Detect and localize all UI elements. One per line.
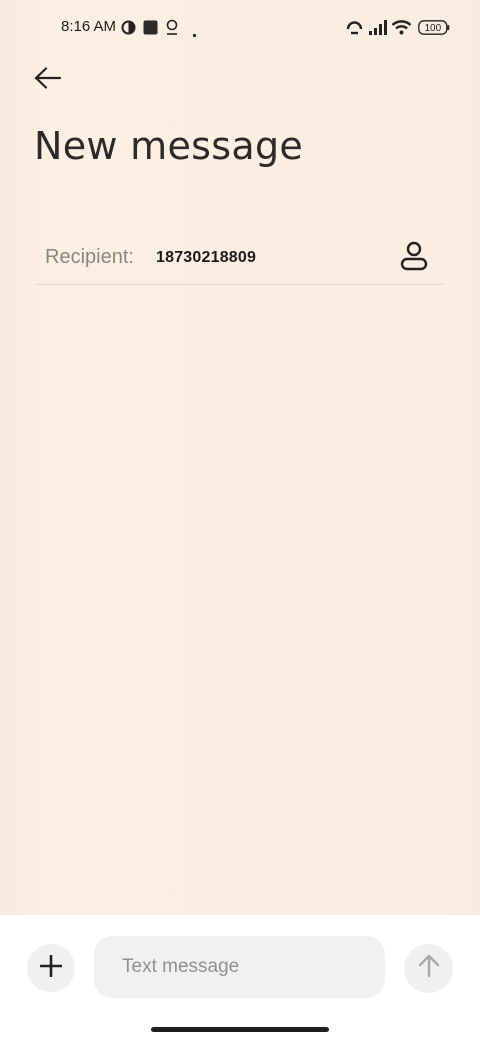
- send-button[interactable]: [404, 944, 453, 993]
- square-app-icon: [143, 20, 158, 40]
- recipient-field[interactable]: Recipient: 18730218809: [36, 230, 444, 285]
- data-saver-icon: [121, 20, 136, 40]
- battery-level: 100: [424, 23, 441, 34]
- location-pin-icon: [165, 19, 179, 41]
- recipient-label: Recipient:: [45, 246, 134, 268]
- back-button[interactable]: [28, 62, 68, 98]
- dot-icon: [192, 25, 197, 43]
- select-contact-button[interactable]: [394, 240, 434, 276]
- page-title: New message: [34, 124, 304, 168]
- composer-bar: [0, 915, 480, 1040]
- status-bar: 8:16 AM 100: [0, 0, 480, 56]
- plus-icon: [39, 954, 63, 982]
- arrow-left-icon: [34, 66, 62, 94]
- message-input[interactable]: [94, 936, 385, 998]
- home-indicator[interactable]: [151, 1027, 329, 1032]
- person-icon: [400, 241, 428, 276]
- signal-icon: [369, 20, 387, 40]
- recipient-value[interactable]: 18730218809: [156, 249, 256, 267]
- arrow-up-icon: [418, 954, 440, 983]
- add-attachment-button[interactable]: [27, 944, 75, 992]
- battery-icon: 100: [418, 20, 450, 40]
- status-time: 8:16 AM: [61, 18, 117, 35]
- hotspot-icon: [345, 19, 364, 41]
- wifi-icon: [391, 18, 412, 40]
